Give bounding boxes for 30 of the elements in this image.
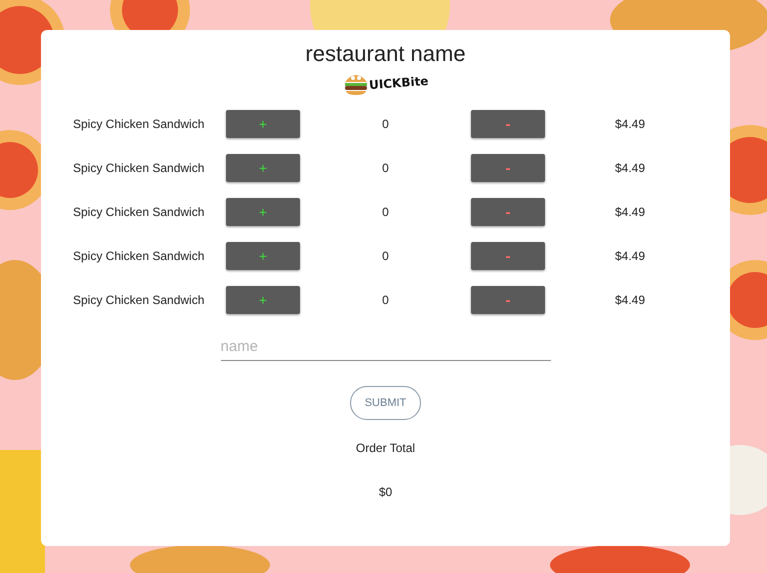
item-price: $4.49	[615, 161, 646, 175]
item-name: Spicy Chicken Sandwich	[73, 117, 206, 131]
logo-text: UICKBite	[368, 74, 429, 92]
item-name: Spicy Chicken Sandwich	[73, 205, 206, 219]
item-quantity: 0	[381, 293, 390, 307]
item-quantity: 0	[381, 161, 390, 175]
remove-button[interactable]: -	[471, 286, 545, 314]
item-price: $4.49	[615, 205, 646, 219]
remove-button[interactable]: -	[471, 198, 545, 226]
item-quantity: 0	[381, 205, 390, 219]
add-button[interactable]: +	[226, 110, 300, 138]
order-total-value: $0	[378, 485, 392, 499]
add-button[interactable]: +	[226, 154, 300, 182]
add-button[interactable]: +	[226, 198, 300, 226]
order-total-label: Order Total	[356, 441, 416, 455]
item-price: $4.49	[615, 117, 646, 131]
item-name: Spicy Chicken Sandwich	[73, 249, 206, 263]
remove-button[interactable]: -	[471, 154, 545, 182]
item-quantity: 0	[381, 117, 390, 131]
item-price: $4.49	[615, 293, 646, 307]
add-button[interactable]: +	[226, 286, 300, 314]
item-name: Spicy Chicken Sandwich	[73, 161, 206, 175]
add-button[interactable]: +	[226, 242, 300, 270]
item-quantity: 0	[381, 249, 390, 263]
item-name: Spicy Chicken Sandwich	[73, 293, 206, 307]
remove-button[interactable]: -	[471, 110, 545, 138]
submit-button[interactable]: SUBMIT	[350, 386, 421, 420]
restaurant-title: restaurant name	[305, 40, 466, 68]
remove-button[interactable]: -	[471, 242, 545, 270]
item-price: $4.49	[615, 249, 646, 263]
